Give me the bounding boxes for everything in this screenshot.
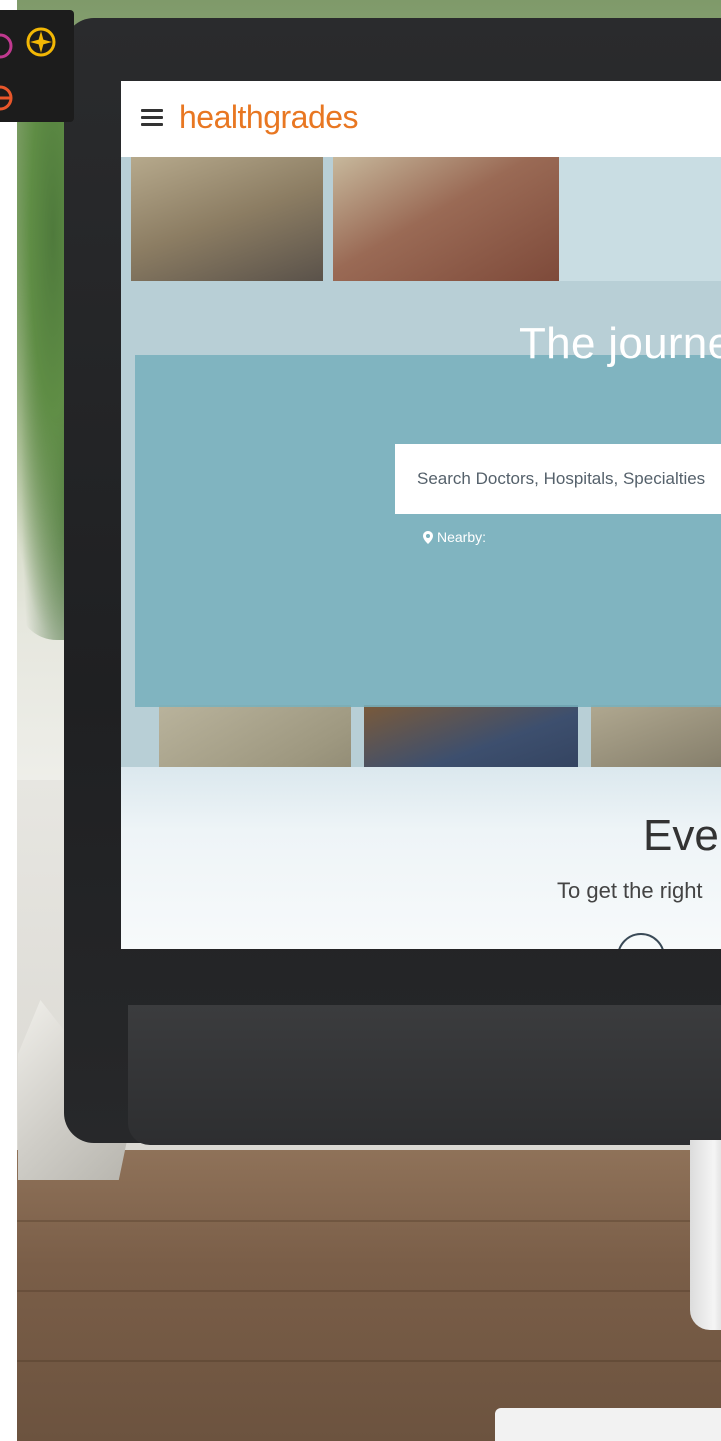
photo-tile-sky <box>559 157 721 281</box>
section-subtext: To get the right <box>557 878 703 903</box>
search-box <box>395 444 721 514</box>
keyboard <box>495 1408 721 1441</box>
left-white-strip <box>0 0 17 1441</box>
desk-grain-line <box>17 1360 721 1362</box>
features-section <box>121 767 721 949</box>
desk-grain-line <box>17 1220 721 1222</box>
nearby-label: Nearby: <box>437 529 487 545</box>
section-heading: Ever <box>643 811 721 860</box>
search-input[interactable] <box>395 444 721 514</box>
photo-tile-hands <box>333 157 559 281</box>
hamburger-icon[interactable] <box>141 109 163 127</box>
map-pin-icon <box>423 530 433 544</box>
desk-grain-line <box>17 1290 721 1292</box>
compass-icon <box>26 27 56 57</box>
monitor-screen: healthgrades The journe Nearby: Ever To … <box>121 81 721 949</box>
circle-icon <box>0 33 13 59</box>
monitor-stand <box>690 1140 721 1330</box>
monitor-chin <box>128 1005 721 1145</box>
hero-headline: The journe <box>519 319 721 368</box>
wooden-desk <box>17 1150 721 1441</box>
healthgrades-logo[interactable]: healthgrades <box>179 99 359 136</box>
circle-icon <box>0 85 13 111</box>
photo-tile-bike <box>131 157 323 281</box>
app-badge <box>0 10 74 122</box>
nearby-link[interactable]: Nearby: <box>423 529 486 545</box>
site-header: healthgrades <box>121 81 721 158</box>
